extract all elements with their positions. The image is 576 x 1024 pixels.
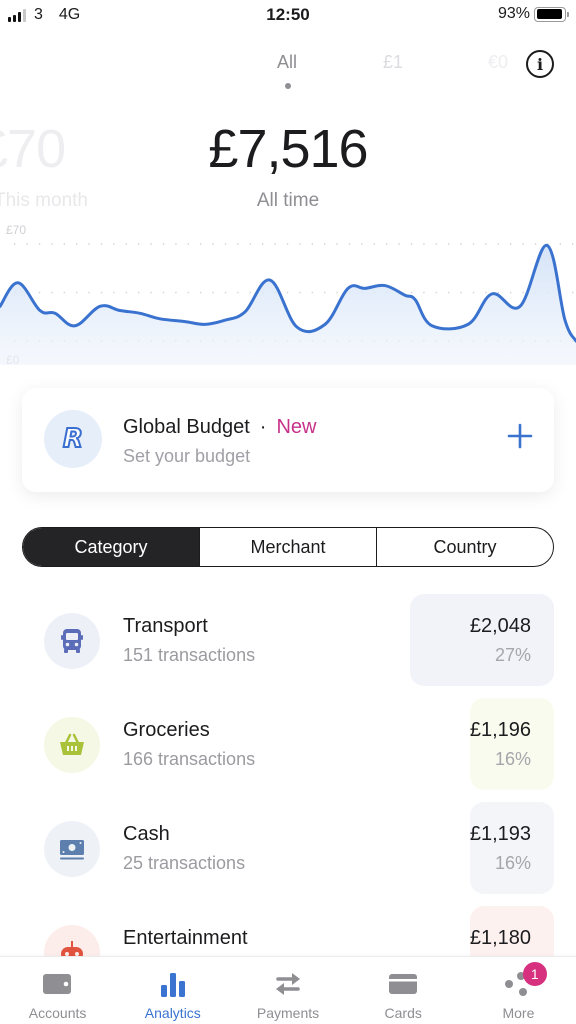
- bottom-tab-bar: Accounts Analytics Payments Cards More 1: [0, 956, 576, 1024]
- segment-country[interactable]: Country: [376, 528, 553, 566]
- battery-percent: 93%: [497, 5, 530, 22]
- tab-analytics[interactable]: Analytics: [115, 957, 230, 1024]
- category-percent: 16%: [494, 749, 531, 769]
- global-budget-card[interactable]: R Global Budget · New Set your budget: [22, 388, 554, 492]
- tab-label: Cards: [384, 1005, 422, 1021]
- battery-icon: [534, 6, 569, 22]
- title-separator: ·: [259, 416, 267, 438]
- wallet-icon: [42, 969, 74, 999]
- tab-label: Analytics: [144, 1005, 201, 1021]
- period-tab-all[interactable]: All: [277, 52, 297, 73]
- bus-icon: [44, 613, 100, 669]
- transaction-count: 25 transactions: [123, 853, 246, 873]
- notification-badge: 1: [522, 962, 547, 986]
- category-amount: £1,180: [469, 927, 531, 949]
- transaction-count: 166 transactions: [123, 749, 256, 769]
- tab-cards[interactable]: Cards: [346, 957, 461, 1024]
- period-tabs: All £1 €0 i: [0, 50, 576, 94]
- spending-chart-svg: £70£35£0: [0, 223, 576, 365]
- y-tick-label: £70: [6, 223, 26, 237]
- category-percent: 27%: [494, 645, 531, 665]
- category-row-cash[interactable]: Cash 25 transactions £1,193 16%: [0, 798, 576, 898]
- tab-label: More: [502, 1005, 535, 1021]
- status-time: 12:50: [266, 5, 310, 24]
- category-name: Entertainment: [123, 927, 248, 949]
- category-row-groceries[interactable]: Groceries 166 transactions £1,196 16%: [0, 694, 576, 794]
- revolut-logo-icon: R: [44, 410, 102, 468]
- status-right: 93%: [497, 5, 569, 23]
- share-bar: [470, 698, 554, 790]
- budget-title: Global Budget: [123, 416, 250, 438]
- category-name: Groceries: [123, 719, 210, 741]
- tab-more[interactable]: More 1: [461, 957, 576, 1024]
- category-percent: 16%: [494, 853, 531, 873]
- banknote-icon: [44, 821, 100, 877]
- period-tab-eur[interactable]: €0: [488, 52, 508, 73]
- info-icon[interactable]: i: [526, 50, 554, 78]
- share-bar: [470, 802, 554, 894]
- tab-accounts[interactable]: Accounts: [0, 957, 115, 1024]
- segment-merchant[interactable]: Merchant: [199, 528, 376, 566]
- breakdown-segmented-control: Category Merchant Country: [22, 527, 554, 567]
- page-indicator-dot: [285, 83, 291, 89]
- chart-area: [0, 245, 576, 365]
- share-bar: [410, 594, 554, 686]
- category-name: Cash: [123, 823, 170, 845]
- status-bar: 3 4G 12:50 93%: [0, 0, 576, 30]
- period-tab-gbp[interactable]: £1: [383, 52, 403, 73]
- category-amount: £2,048: [469, 615, 531, 637]
- budget-subtitle: Set your budget: [123, 446, 251, 466]
- plus-icon[interactable]: [506, 422, 534, 450]
- new-badge: New: [276, 416, 317, 438]
- basket-icon: [44, 717, 100, 773]
- segment-category[interactable]: Category: [23, 528, 199, 566]
- spending-chart[interactable]: £70£35£0: [0, 215, 576, 365]
- bar-chart-icon: [159, 969, 187, 999]
- budget-title-row: Global Budget · New: [123, 416, 316, 439]
- transfer-arrows-icon: [272, 969, 304, 999]
- tab-label: Payments: [256, 1005, 320, 1021]
- category-row-transport[interactable]: Transport 151 transactions £2,048 27%: [0, 590, 576, 690]
- total-period-label: All time: [256, 190, 320, 211]
- card-icon: [387, 969, 419, 999]
- total-amount: £7,516: [208, 119, 368, 179]
- category-amount: £1,193: [469, 823, 531, 845]
- transaction-count: 151 transactions: [123, 645, 256, 665]
- category-name: Transport: [123, 615, 208, 637]
- tab-payments[interactable]: Payments: [230, 957, 345, 1024]
- tab-label: Accounts: [28, 1005, 87, 1021]
- category-amount: £1,196: [469, 719, 531, 741]
